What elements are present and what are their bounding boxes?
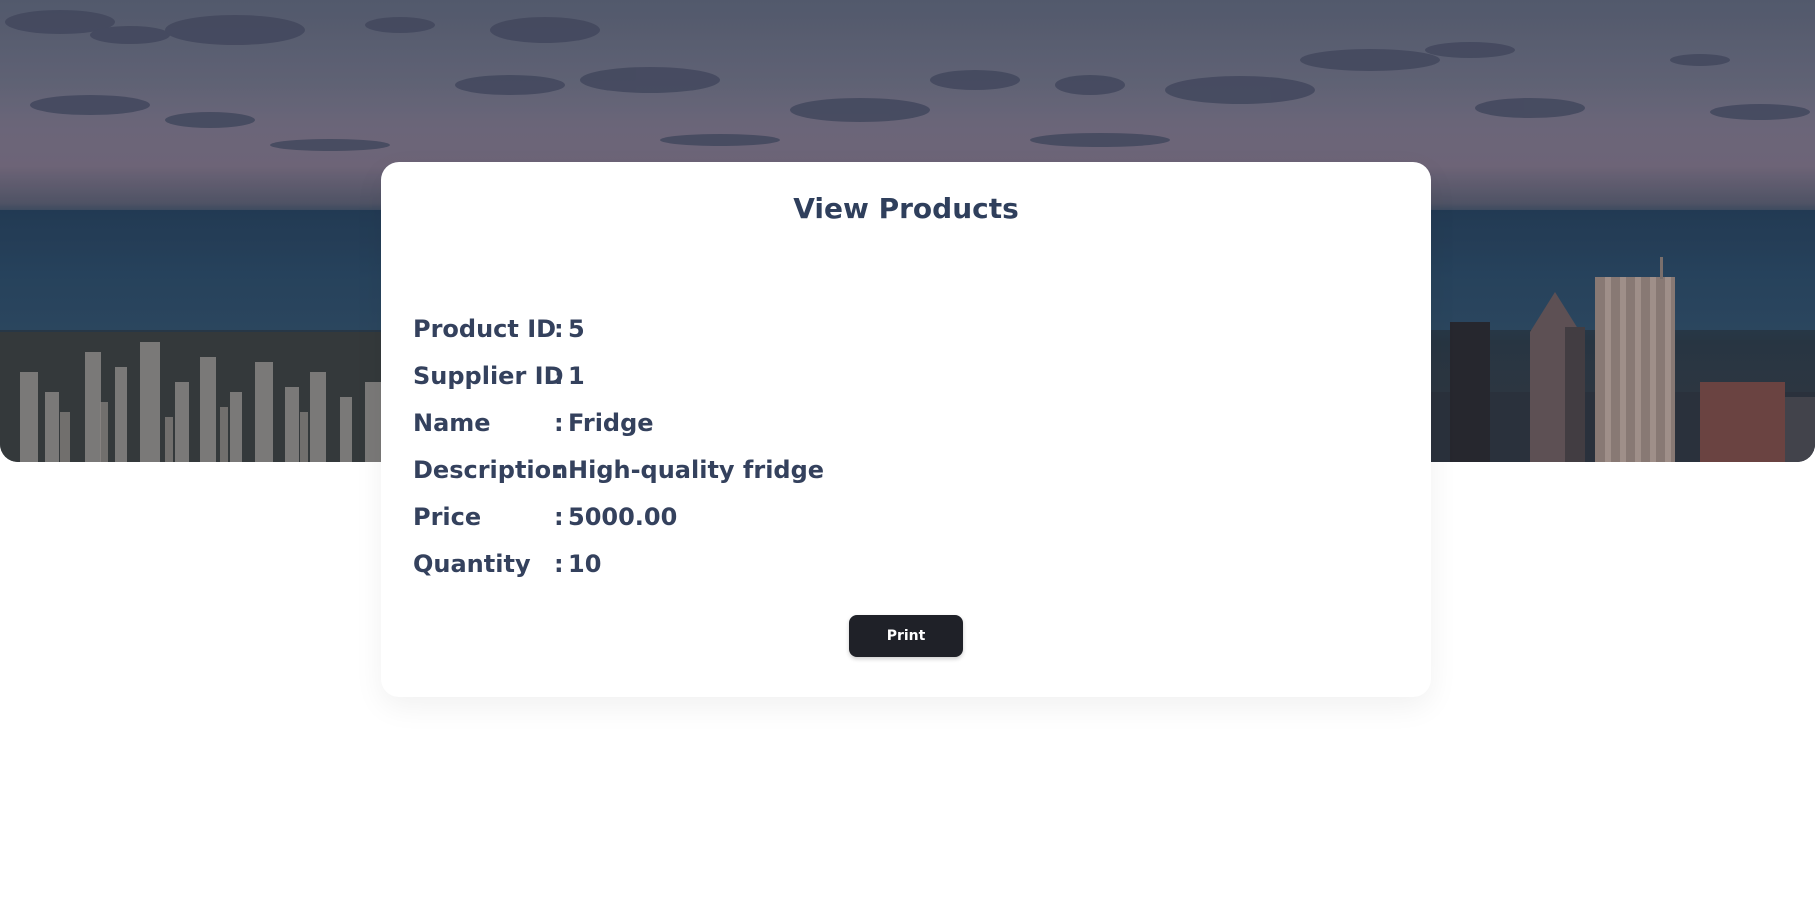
separator: :	[554, 361, 564, 390]
separator: :	[554, 549, 564, 578]
supplier-id-value: 1	[568, 361, 585, 390]
detail-row-name: Name : Fridge	[413, 399, 824, 446]
name-value: Fridge	[568, 408, 654, 437]
detail-row-product-id: Product ID : 5	[413, 305, 824, 352]
separator: :	[554, 314, 564, 343]
price-value: 5000.00	[568, 502, 678, 531]
detail-row-description: Description : High-quality fridge	[413, 446, 824, 493]
quantity-label: Quantity	[413, 549, 531, 578]
product-details-list: Product ID : 5 Supplier ID : 1 Name : Fr…	[413, 305, 824, 587]
product-id-label: Product ID	[413, 314, 557, 343]
detail-row-supplier-id: Supplier ID : 1	[413, 352, 824, 399]
detail-row-price: Price : 5000.00	[413, 493, 824, 540]
product-details-card: View Products Product ID : 5 Supplier ID…	[381, 162, 1431, 697]
price-label: Price	[413, 502, 482, 531]
separator: :	[554, 408, 564, 437]
page-title: View Products	[793, 192, 1019, 225]
separator: :	[554, 455, 564, 484]
quantity-value: 10	[568, 549, 602, 578]
description-label: Description	[413, 455, 569, 484]
separator: :	[554, 502, 564, 531]
detail-row-quantity: Quantity : 10	[413, 540, 824, 587]
product-id-value: 5	[568, 314, 585, 343]
description-value: High-quality fridge	[568, 455, 825, 484]
name-label: Name	[413, 408, 491, 437]
print-button[interactable]: Print	[849, 615, 963, 657]
supplier-id-label: Supplier ID	[413, 361, 564, 390]
page: View Products Product ID : 5 Supplier ID…	[0, 0, 1815, 903]
